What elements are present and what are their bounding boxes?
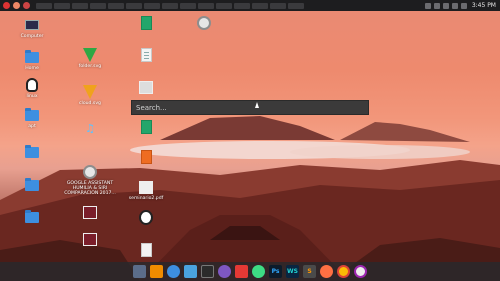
- desktop-icon-folder-5[interactable]: [4, 177, 60, 194]
- search-input[interactable]: [136, 103, 368, 112]
- green-triangle-icon: [83, 48, 97, 62]
- folder-icon: [25, 107, 39, 121]
- sphere-icon: [139, 209, 153, 225]
- pdf-thumbnail-icon: [139, 180, 153, 194]
- menu-icon[interactable]: [3, 2, 10, 9]
- folder-icon: [25, 177, 39, 191]
- task-window[interactable]: [72, 2, 88, 9]
- task-window[interactable]: [270, 2, 286, 9]
- volume-icon[interactable]: [442, 2, 449, 9]
- folder-icon: [25, 49, 39, 63]
- monitor-icon: [25, 20, 39, 30]
- battery-icon[interactable]: [433, 2, 440, 9]
- dock-sublime-icon[interactable]: S: [303, 265, 316, 278]
- dock-files-icon[interactable]: [133, 265, 146, 278]
- task-window[interactable]: [198, 2, 214, 9]
- network-icon[interactable]: [424, 2, 431, 9]
- desktop-icon-blank-doc[interactable]: [118, 243, 174, 257]
- user-icon[interactable]: [460, 2, 467, 9]
- dock-android-icon[interactable]: [252, 265, 265, 278]
- task-window[interactable]: [216, 2, 232, 9]
- document-icon: [140, 243, 152, 257]
- folder-icon: [25, 144, 39, 158]
- desktop-icon-thumb-2[interactable]: [62, 232, 118, 248]
- task-window[interactable]: [234, 2, 250, 9]
- image-thumbnail-icon: [139, 80, 153, 94]
- top-panel: 3:45 PM: [0, 0, 500, 11]
- task-window[interactable]: [126, 2, 142, 9]
- desktop-icon-linux[interactable]: linux: [4, 78, 60, 99]
- dock-reader-icon[interactable]: [320, 265, 333, 278]
- desktop-icon-music[interactable]: ♫: [62, 122, 118, 138]
- dock-chrome-icon[interactable]: [337, 265, 350, 278]
- search-bar[interactable]: [131, 100, 369, 115]
- folder-icon: [25, 209, 39, 223]
- task-window[interactable]: [252, 2, 268, 9]
- desktop-icon-green-file[interactable]: folder.svg: [62, 48, 118, 69]
- desktop-icon-slides[interactable]: [118, 150, 174, 166]
- desktop-icon-thumb-1[interactable]: [62, 205, 118, 221]
- desktop-icon-folder-4[interactable]: [4, 144, 60, 161]
- task-window[interactable]: [54, 2, 70, 9]
- orange-triangle-icon: [83, 85, 97, 99]
- video-thumbnail-icon: [83, 232, 97, 246]
- task-window[interactable]: [144, 2, 160, 9]
- document-icon: [140, 48, 152, 62]
- dock-vlc-icon[interactable]: [150, 265, 163, 278]
- dock-chat-icon[interactable]: [218, 265, 231, 278]
- spreadsheet-icon: [140, 16, 152, 30]
- desktop-icon-home[interactable]: Home: [4, 49, 60, 71]
- dock-terminal-icon[interactable]: [201, 265, 214, 278]
- task-window[interactable]: [288, 2, 304, 9]
- film-reel-icon: [197, 16, 211, 30]
- spreadsheet-icon: [140, 120, 152, 134]
- film-reel-icon: [83, 165, 97, 179]
- desktop-icon-computer[interactable]: Computer: [4, 18, 60, 39]
- desktop-icon-image[interactable]: [118, 80, 174, 96]
- taskbar-windows: [36, 2, 425, 9]
- tux-icon: [26, 78, 38, 92]
- dock: Ps WS S: [0, 262, 500, 281]
- task-window[interactable]: [162, 2, 178, 9]
- video-thumbnail-icon: [83, 205, 97, 219]
- desktop-icon-google-assistant[interactable]: GOOGLE ASSISTANT HUMILIA & SIRI COMPARAC…: [62, 165, 118, 197]
- clock[interactable]: 3:45 PM: [472, 2, 496, 9]
- desktop-icon-video[interactable]: [176, 16, 232, 32]
- desktop-icon-apt[interactable]: apt: [4, 107, 60, 129]
- mouse-cursor: [255, 102, 259, 108]
- task-window[interactable]: [36, 2, 52, 9]
- dock-apps-grid-icon[interactable]: [167, 265, 180, 278]
- task-window[interactable]: [90, 2, 106, 9]
- dock-webstorm-icon[interactable]: WS: [286, 265, 299, 278]
- dock-photoshop-icon[interactable]: Ps: [269, 265, 282, 278]
- dock-settings-icon[interactable]: [354, 265, 367, 278]
- app-icon[interactable]: [23, 2, 30, 9]
- desktop-icon-doc[interactable]: [118, 48, 174, 64]
- desktop-icon-sheet[interactable]: [118, 16, 174, 32]
- desktop-icon-sphere[interactable]: [118, 209, 174, 226]
- task-window[interactable]: [180, 2, 196, 9]
- notification-icon[interactable]: [451, 2, 458, 9]
- browser-icon[interactable]: [13, 2, 20, 9]
- music-note-icon: ♫: [85, 122, 95, 135]
- desktop-icon-sheet-2[interactable]: [118, 120, 174, 136]
- dock-folder-icon[interactable]: [184, 265, 197, 278]
- desktop-icon-orange-file[interactable]: cloud.svg: [62, 85, 118, 106]
- presentation-icon: [140, 150, 152, 164]
- desktop-icon-folder-6[interactable]: [4, 209, 60, 226]
- desktop-icon-pdf[interactable]: seminario2.pdf: [118, 180, 174, 201]
- dock-store-icon[interactable]: [235, 265, 248, 278]
- task-window[interactable]: [108, 2, 124, 9]
